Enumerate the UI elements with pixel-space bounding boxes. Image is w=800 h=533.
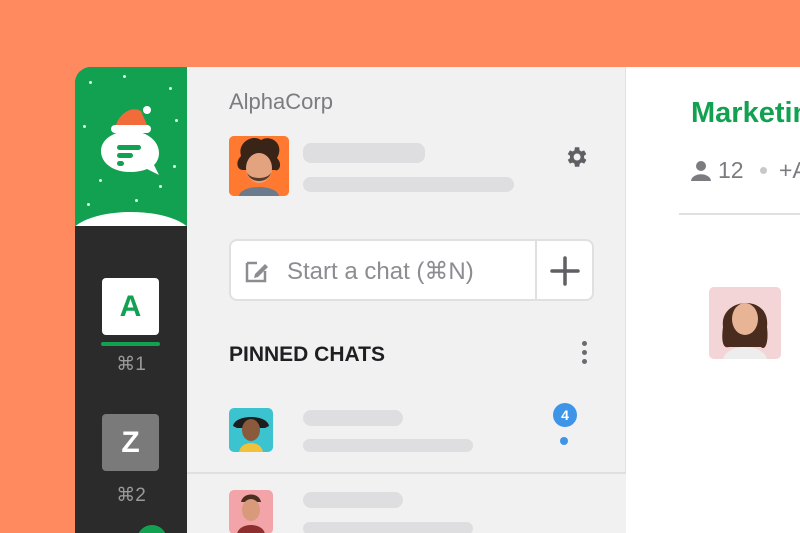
chat-name-placeholder — [303, 492, 403, 508]
chat-preview-placeholder — [303, 439, 473, 452]
plus-icon[interactable] — [548, 254, 582, 288]
chat-list-pane: AlphaCorp Start a chat (⌘N) PINNED CHATS… — [187, 67, 626, 533]
active-workspace-indicator — [101, 342, 160, 346]
list-item[interactable] — [187, 472, 626, 533]
workspace-z-button[interactable]: Z — [102, 414, 159, 471]
app-window: A ⌘1 Z ⌘2 AlphaCorp Start a chat (⌘N) PI… — [75, 67, 800, 533]
chat-logo-icon — [101, 106, 159, 175]
conversation-meta: +A — [779, 157, 800, 183]
chat-name-placeholder — [303, 410, 403, 426]
user-avatar[interactable] — [229, 136, 289, 196]
compose-icon — [245, 261, 268, 283]
unread-dot — [560, 437, 568, 445]
start-chat-placeholder: Start a chat (⌘N) — [287, 258, 474, 285]
workspace-name: AlphaCorp — [229, 89, 333, 114]
workspace-rail: A ⌘1 Z ⌘2 — [75, 67, 187, 533]
avatar — [229, 490, 273, 533]
brand-banner — [75, 67, 187, 226]
divider — [679, 213, 800, 215]
gear-icon[interactable] — [563, 144, 589, 170]
workspace-z-shortcut: ⌘2 — [116, 485, 146, 506]
workspace-a-button[interactable]: A — [102, 278, 159, 335]
pinned-chats-heading: PINNED CHATS — [229, 343, 385, 366]
conversation-pane: Marketing 12 +A — [627, 67, 800, 533]
user-status-placeholder — [303, 177, 514, 192]
members-icon — [691, 161, 711, 181]
member-count[interactable]: 12 — [718, 157, 744, 184]
kebab-icon[interactable] — [580, 341, 588, 369]
user-name-placeholder — [303, 143, 425, 163]
avatar — [229, 408, 273, 452]
conversation-title[interactable]: Marketing — [691, 97, 800, 130]
list-item[interactable]: 4 — [187, 394, 626, 472]
workspace-a-shortcut: ⌘1 — [116, 354, 146, 375]
unread-count-badge: 4 — [553, 403, 577, 427]
start-chat-input[interactable]: Start a chat (⌘N) — [229, 239, 594, 301]
chat-preview-placeholder — [303, 522, 473, 533]
avatar — [709, 287, 781, 359]
workspace-notification-badge — [137, 525, 167, 533]
